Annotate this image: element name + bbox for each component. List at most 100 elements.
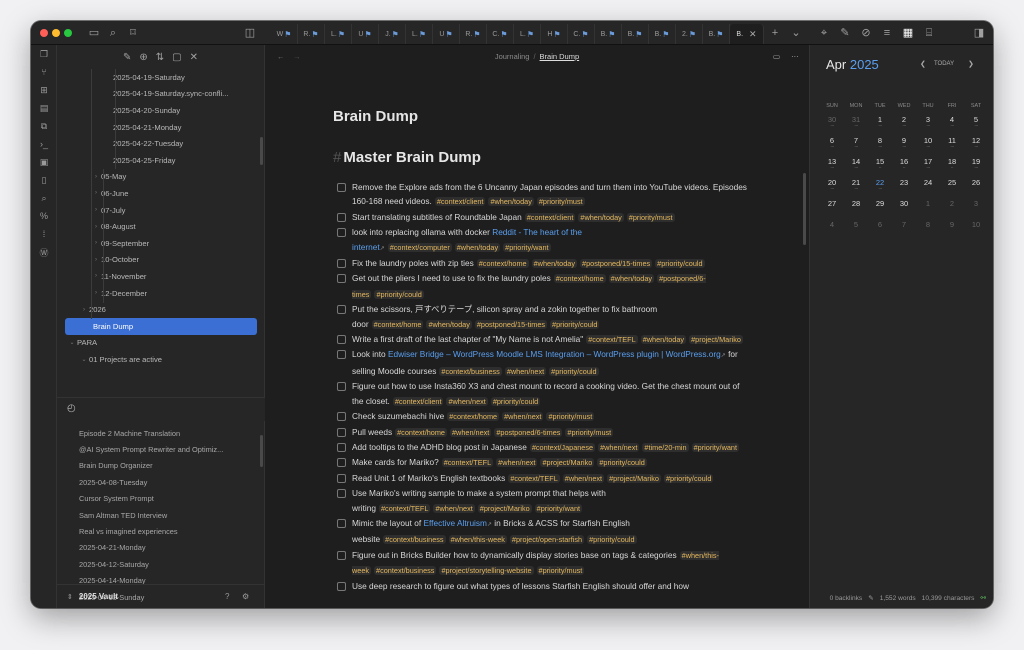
document-search-icon[interactable]: ⌕ xyxy=(31,189,57,207)
tag-pill[interactable]: #when/next xyxy=(598,442,640,452)
sort-icon[interactable]: ⇅ xyxy=(156,52,164,63)
tag-pill[interactable]: #context/client xyxy=(392,396,444,406)
file-tree-item[interactable]: › 09-September xyxy=(57,235,265,252)
calendar-day[interactable]: 9 ··· xyxy=(892,136,916,157)
task-checkbox[interactable] xyxy=(337,183,346,192)
tag-pill[interactable]: #priority/could xyxy=(374,289,424,299)
settings-gear-icon[interactable]: ⚙ xyxy=(242,592,249,601)
calendar-day[interactable]: 11 ··· xyxy=(940,136,964,157)
tag-pill[interactable]: #project/Mariko xyxy=(477,503,532,513)
tag-pill[interactable]: #context/Japanese xyxy=(529,442,596,452)
templates-icon[interactable]: ⧉ xyxy=(31,117,57,135)
sidebar-toggle-icon[interactable]: ◫ xyxy=(242,25,258,41)
breadcrumb-parent[interactable]: Journaling xyxy=(495,52,530,61)
more-options-icon[interactable]: ⋯ xyxy=(791,52,799,61)
task-checkbox[interactable] xyxy=(337,350,346,360)
tag-pill[interactable]: #when/today xyxy=(454,242,501,252)
tag-pill[interactable]: #project/open-starfish xyxy=(509,535,585,545)
tag-pill[interactable]: #context/computer xyxy=(387,242,452,252)
explorer-scrollbar[interactable] xyxy=(260,137,263,165)
calendar-day[interactable]: 8 xyxy=(916,220,940,241)
slides-icon[interactable]: ▣ xyxy=(31,153,57,171)
calendar-day[interactable]: 28 xyxy=(844,199,868,220)
sync-status-icon[interactable]: ⚯ xyxy=(980,594,986,602)
tab-2[interactable]: R. ⚑ xyxy=(298,24,325,44)
task-checkbox[interactable] xyxy=(337,228,346,238)
tag-pill[interactable]: #when/next xyxy=(446,396,488,406)
tag-pill[interactable]: #priority/must xyxy=(536,566,585,576)
task-checkbox[interactable] xyxy=(337,489,346,499)
file-tree-item[interactable]: › 2026 xyxy=(57,301,265,318)
tag-pill[interactable]: #priority/want xyxy=(534,503,583,513)
close-tab-icon[interactable]: ✕ xyxy=(749,29,757,40)
file-tree-item[interactable]: › 07-July xyxy=(57,202,265,219)
recent-file-item[interactable]: 2025-04-08-Tuesday xyxy=(57,474,265,490)
tag-pill[interactable]: #context/home xyxy=(553,274,606,284)
tag-pill[interactable]: #priority/must xyxy=(626,212,675,222)
list-icon[interactable]: ≡ xyxy=(879,25,895,41)
calendar-day[interactable]: 25 xyxy=(940,178,964,199)
file-tree-item[interactable]: › 05-May xyxy=(57,169,265,186)
tag-pill[interactable]: #when/this-week xyxy=(448,535,507,545)
tag-pill[interactable]: #postponed/6-times xyxy=(494,427,563,437)
today-button[interactable]: TODAY xyxy=(934,61,954,67)
tag-pill[interactable]: #priority/could xyxy=(550,319,600,329)
graph-icon[interactable]: ⑂ xyxy=(31,63,57,81)
canvas-icon[interactable]: ⊞ xyxy=(31,81,57,99)
recent-file-item[interactable]: Episode 2 Machine Translation xyxy=(57,425,265,441)
calendar-day[interactable]: 26 xyxy=(964,178,988,199)
tag-pill[interactable]: #context/home xyxy=(447,412,500,422)
task-checkbox[interactable] xyxy=(337,412,346,422)
calendar-day[interactable]: 23 xyxy=(892,178,916,199)
calendar-day[interactable]: 7 ··· xyxy=(844,136,868,157)
task-checkbox[interactable] xyxy=(337,458,346,468)
close-window-button[interactable] xyxy=(40,29,48,37)
tab-11[interactable]: H ⚑ xyxy=(541,24,568,44)
task-checkbox[interactable] xyxy=(337,581,346,591)
file-tree-item[interactable]: › 10-October xyxy=(57,252,265,269)
file-tree-item[interactable]: › 08-August xyxy=(57,218,265,235)
editor-scrollbar[interactable] xyxy=(803,173,806,245)
zoom-window-button[interactable] xyxy=(64,29,72,37)
collapse-all-icon[interactable]: ▢ xyxy=(172,52,181,63)
new-tab-icon[interactable]: + xyxy=(767,25,783,41)
tag-pill[interactable]: #when/next xyxy=(562,473,605,483)
reading-view-icon[interactable]: ▭ xyxy=(773,52,780,61)
calendar-day-today[interactable]: 22 ··· xyxy=(868,178,892,199)
minimize-window-button[interactable] xyxy=(52,29,60,37)
calendar-day[interactable]: 31 ··· xyxy=(844,115,868,136)
calendar-day[interactable]: 29 xyxy=(868,199,892,220)
tag-pill[interactable]: #priority/must xyxy=(536,197,585,207)
task-checkbox[interactable] xyxy=(337,305,346,315)
percent-icon[interactable]: % xyxy=(31,207,57,225)
calendar-day[interactable]: 13 ··· xyxy=(820,157,844,178)
edit-icon[interactable]: ✎ xyxy=(868,594,874,602)
recent-file-item[interactable]: Real vs imagined experiences xyxy=(57,523,265,539)
file-tree-item[interactable]: ⌄ PARA xyxy=(57,335,265,352)
tag-pill[interactable]: #priority/could xyxy=(663,473,714,483)
tag-pill[interactable]: #when/next xyxy=(450,427,492,437)
tag-pill[interactable]: #priority/must xyxy=(546,412,595,422)
back-arrow-icon[interactable]: ← xyxy=(277,52,285,61)
file-tree-item[interactable]: ⌄ 01 Projects are active xyxy=(57,351,265,368)
right-sidebar-toggle-icon[interactable]: ◨ xyxy=(971,25,987,41)
tag-pill[interactable]: #context/business xyxy=(383,535,446,545)
tag-pill[interactable]: #context/client xyxy=(434,197,486,207)
previous-month-icon[interactable]: ❮ xyxy=(920,60,926,68)
task-checkbox[interactable] xyxy=(337,212,346,222)
tag-pill[interactable]: #when/today xyxy=(608,274,655,284)
tab-1[interactable]: W ⚑ xyxy=(271,24,298,44)
external-link[interactable]: Effective Altruism xyxy=(423,518,486,528)
tab-13[interactable]: B. ⚑ xyxy=(595,24,622,44)
tag-pill[interactable]: #when/today xyxy=(578,212,624,222)
calendar-day[interactable]: 16 ·· xyxy=(892,157,916,178)
calendar-day[interactable]: 5 ··· xyxy=(964,115,988,136)
calendar-day[interactable]: 10 ··· xyxy=(916,136,940,157)
tab-16[interactable]: 2. ⚑ xyxy=(676,24,703,44)
calendar-day[interactable]: 14 ··· xyxy=(844,157,868,178)
calendar-day[interactable]: 9 xyxy=(940,220,964,241)
calendar-day[interactable]: 1 ··· xyxy=(868,115,892,136)
tab-9[interactable]: C. ⚑ xyxy=(487,24,514,44)
new-folder-icon[interactable]: ⊕ xyxy=(139,52,147,63)
tab-3[interactable]: L. ⚑ xyxy=(325,24,352,44)
